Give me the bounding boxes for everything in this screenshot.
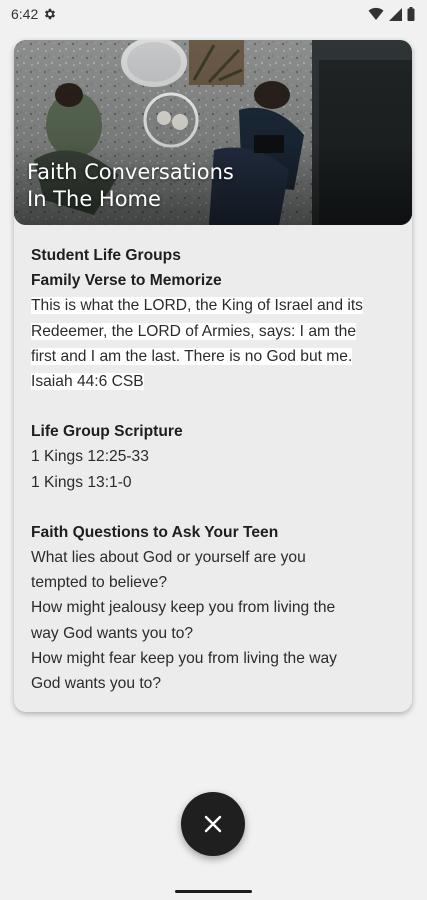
question-line: God wants you to? (31, 675, 162, 693)
verse-line: first and I am the last. There is no God… (31, 347, 353, 365)
question-line: How might fear keep you from living the … (31, 649, 337, 667)
question-line: What lies about God or yourself are you (31, 549, 306, 567)
battery-icon (407, 7, 415, 21)
verse-line: This is what the LORD, the King of Israe… (31, 297, 363, 315)
question-line: How might jealousy keep you from living … (31, 599, 336, 617)
scripture-line: 1 Kings 13:1-0 (31, 473, 132, 491)
gesture-nav-handle[interactable] (175, 890, 252, 893)
verse-heading: Family Verse to Memorize (31, 272, 222, 290)
hero-title: Faith Conversations In The Home (27, 160, 234, 211)
status-left: 6:42 (11, 6, 57, 22)
close-icon (204, 815, 222, 833)
wifi-icon (368, 7, 384, 21)
hero-image: Faith Conversations In The Home (14, 40, 412, 225)
scripture-line: 1 Kings 12:25-33 (31, 448, 149, 466)
scripture-heading: Life Group Scripture (31, 423, 183, 441)
status-time: 6:42 (11, 6, 39, 22)
close-button[interactable] (181, 792, 245, 856)
verse-line: Redeemer, the LORD of Armies, says: I am… (31, 322, 357, 340)
question-line: way God wants you to? (31, 624, 194, 642)
card-content: Student Life Groups Family Verse to Memo… (14, 225, 412, 696)
signal-icon (389, 7, 402, 21)
devotional-card: Faith Conversations In The Home Student … (14, 40, 412, 712)
gear-icon (43, 7, 57, 21)
question-line: tempted to believe? (31, 574, 168, 592)
questions-heading: Faith Questions to Ask Your Teen (31, 523, 279, 541)
group-heading: Student Life Groups (31, 247, 181, 264)
status-bar: 6:42 (0, 0, 427, 28)
status-right (368, 7, 415, 21)
verse-reference: Isaiah 44:6 CSB (31, 373, 144, 391)
